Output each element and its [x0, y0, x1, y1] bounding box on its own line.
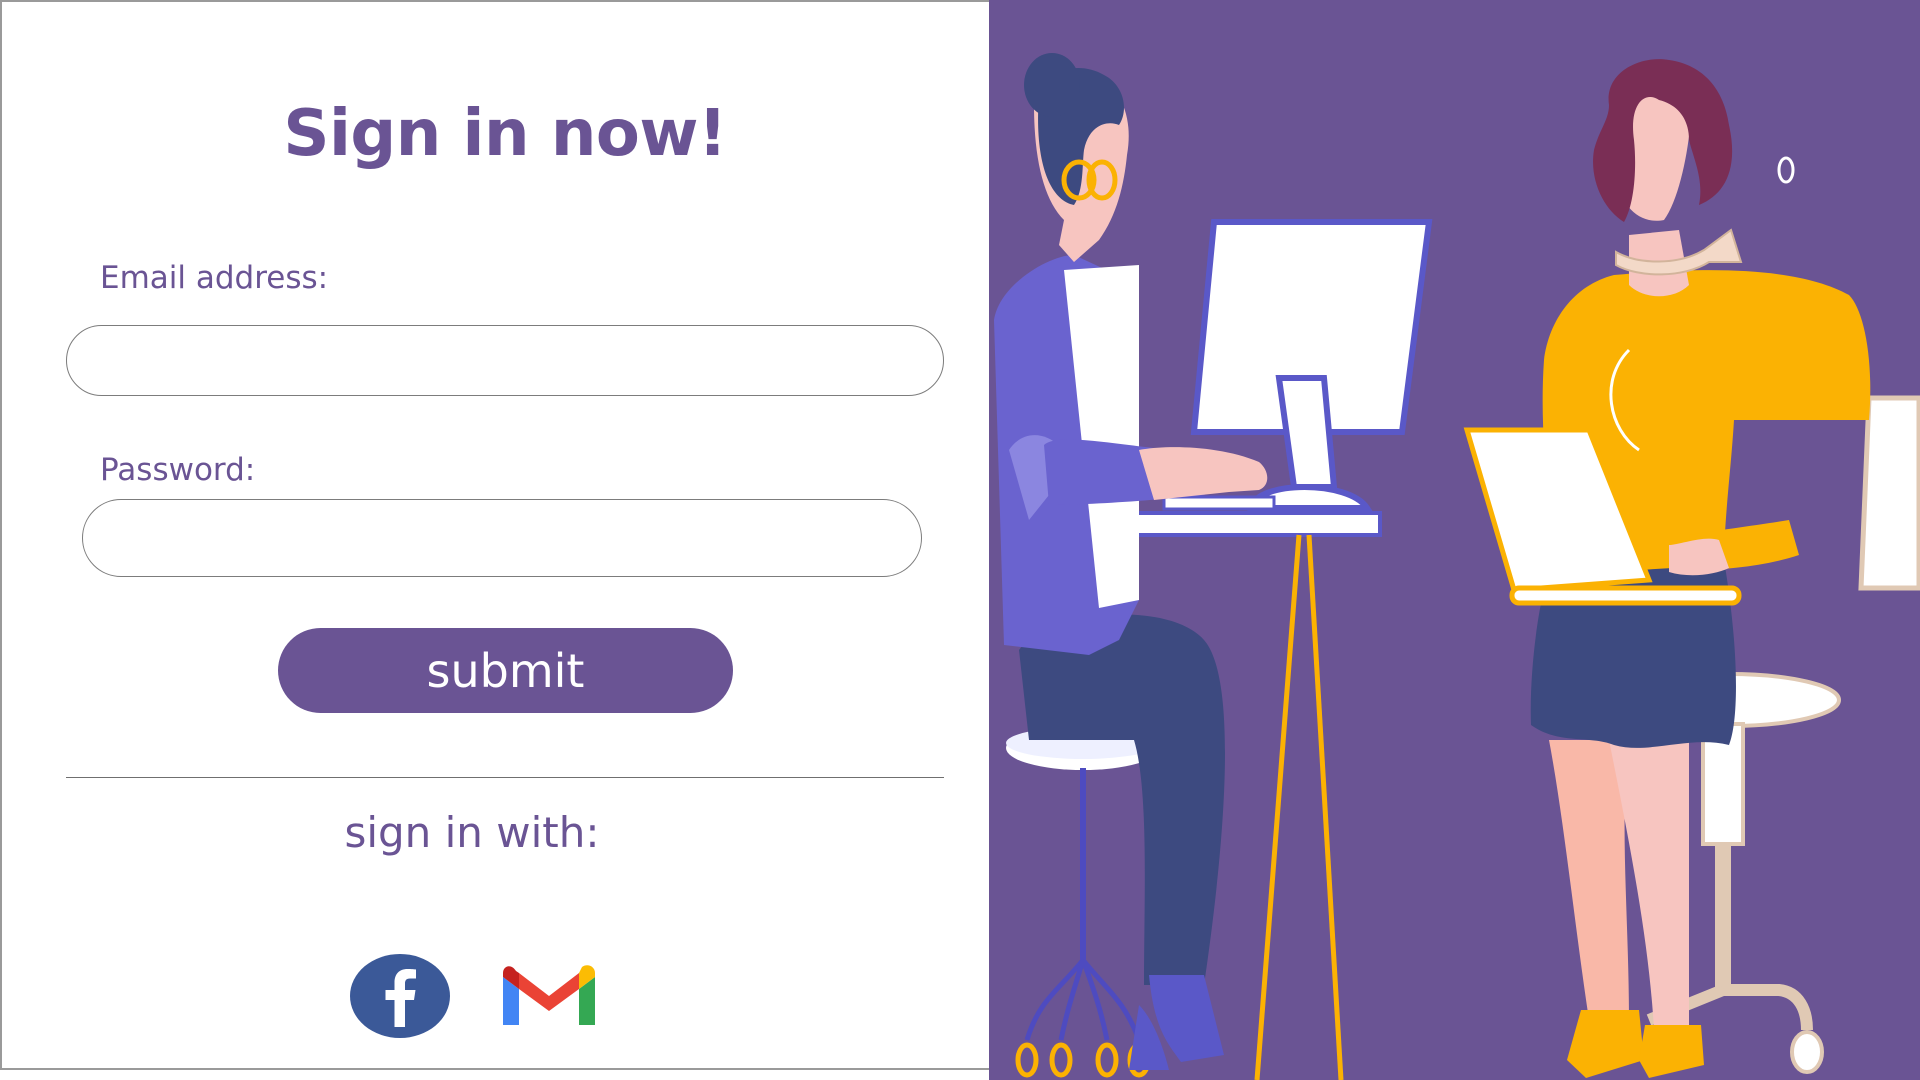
divider	[66, 777, 944, 778]
email-label: Email address:	[100, 260, 329, 296]
email-input[interactable]	[66, 325, 944, 396]
sign-in-form-panel: Sign in now! Email address: Password: su…	[0, 0, 989, 1070]
gmail-icon[interactable]	[499, 963, 599, 1029]
password-label: Password:	[100, 452, 256, 488]
password-input[interactable]	[82, 499, 922, 577]
submit-button[interactable]: submit	[278, 628, 733, 713]
facebook-icon[interactable]	[349, 953, 451, 1039]
page-title: Sign in now!	[283, 97, 727, 171]
sign-in-with-label: sign in with:	[344, 808, 600, 857]
people-at-computers-illustration	[989, 0, 1920, 1080]
sign-in-page: Sign in now! Email address: Password: su…	[0, 0, 1920, 1080]
